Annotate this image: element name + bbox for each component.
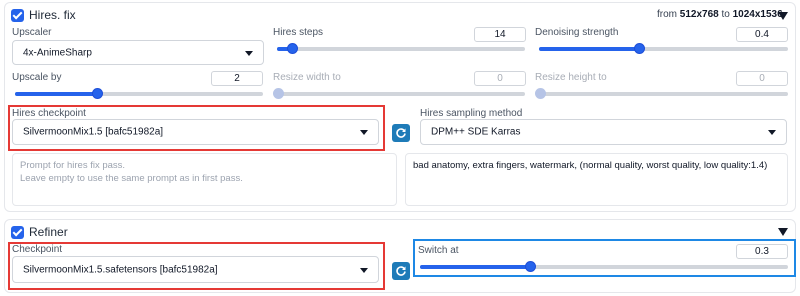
resize-height-label: Resize height to xyxy=(535,72,607,83)
resize-width-slider[interactable] xyxy=(273,88,525,100)
resize-height-slider[interactable] xyxy=(535,88,788,100)
denoising-strength-label: Denoising strength xyxy=(535,27,619,38)
collapse-triangle-icon[interactable] xyxy=(778,228,788,236)
slider-track xyxy=(278,92,525,96)
hires-fix-title: Hires. fix xyxy=(29,8,76,22)
refiner-checkbox[interactable] xyxy=(11,226,24,239)
upscaler-value: 4x-AnimeSharp xyxy=(23,47,92,58)
hires-steps-label: Hires steps xyxy=(273,27,324,38)
highlight-switch-at xyxy=(413,239,796,277)
res-from-value: 512x768 xyxy=(679,9,719,20)
res-to-label: to xyxy=(721,9,730,20)
caret-down-icon xyxy=(768,130,776,135)
refresh-icon xyxy=(396,266,406,276)
slider-track xyxy=(540,92,788,96)
upscale-by-slider[interactable] xyxy=(15,88,263,100)
res-to-value: 1024x1536 xyxy=(732,9,783,20)
res-from-label: from xyxy=(657,9,677,20)
hires-fix-checkbox[interactable] xyxy=(11,9,24,22)
hires-sampler-value: DPM++ SDE Karras xyxy=(431,126,521,138)
slider-fill xyxy=(15,92,97,96)
hires-steps-input[interactable]: 14 xyxy=(474,27,526,42)
refresh-refiner-checkpoint-button[interactable] xyxy=(392,262,410,280)
slider-thumb[interactable] xyxy=(273,88,284,99)
resize-width-label: Resize width to xyxy=(273,72,341,83)
hires-steps-slider[interactable] xyxy=(277,43,525,55)
slider-fill xyxy=(539,47,639,51)
resize-height-input[interactable]: 0 xyxy=(736,71,788,86)
upscale-by-label: Upscale by xyxy=(12,72,62,83)
collapse-triangle-icon[interactable] xyxy=(778,12,788,20)
hires-sampler-dropdown[interactable]: DPM++ SDE Karras xyxy=(420,119,787,145)
denoising-strength-input[interactable]: 0.4 xyxy=(736,27,788,42)
slider-thumb[interactable] xyxy=(91,88,103,99)
hires-sampler-label: Hires sampling method xyxy=(420,108,523,119)
slider-thumb[interactable] xyxy=(286,43,298,54)
resolution-info: from 512x768 to 1024x1536 xyxy=(657,9,783,20)
hires-negative-prompt-text: bad anatomy, extra fingers, watermark, (… xyxy=(413,160,768,171)
highlight-refiner-checkpoint xyxy=(8,242,385,290)
hires-prompt-placeholder: Prompt for hires fix pass. Leave empty t… xyxy=(20,160,243,184)
resize-width-input[interactable]: 0 xyxy=(474,71,526,86)
refiner-title: Refiner xyxy=(29,225,68,239)
slider-thumb[interactable] xyxy=(535,88,546,99)
refresh-hires-checkpoint-button[interactable] xyxy=(392,124,410,142)
denoising-strength-slider[interactable] xyxy=(539,43,788,55)
slider-track xyxy=(277,47,525,51)
highlight-hires-checkpoint xyxy=(8,105,385,151)
hires-negative-prompt-textarea[interactable]: bad anatomy, extra fingers, watermark, (… xyxy=(405,153,788,206)
caret-down-icon xyxy=(245,50,253,56)
refresh-icon xyxy=(396,128,406,138)
hires-prompt-textarea[interactable]: Prompt for hires fix pass. Leave empty t… xyxy=(12,153,397,206)
upscale-by-input[interactable]: 2 xyxy=(211,71,263,86)
slider-thumb[interactable] xyxy=(633,43,645,54)
upscaler-dropdown[interactable]: 4x-AnimeSharp xyxy=(12,40,264,65)
upscaler-label: Upscaler xyxy=(12,27,52,38)
